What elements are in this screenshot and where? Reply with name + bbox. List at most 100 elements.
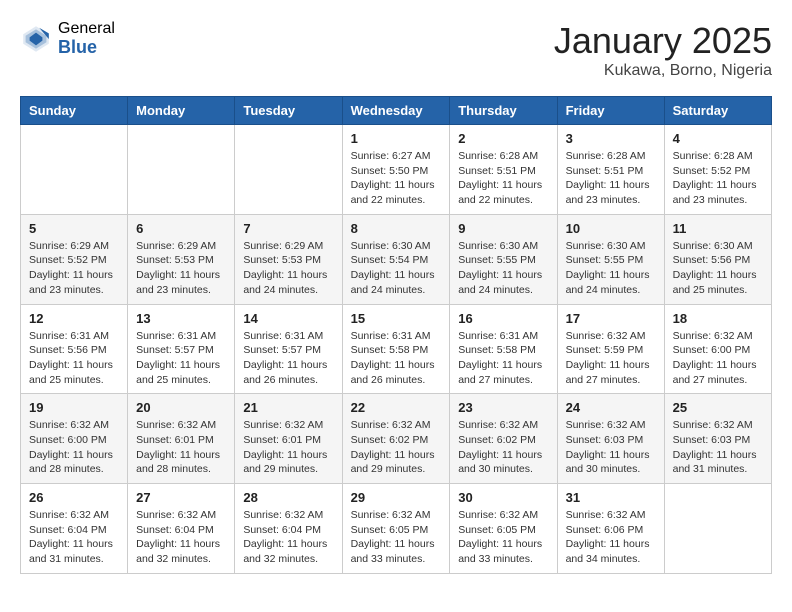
calendar-cell: 3 Sunrise: 6:28 AM Sunset: 5:51 PM Daylig…: [557, 125, 664, 215]
calendar-cell: 21 Sunrise: 6:32 AM Sunset: 6:01 PM Dayli…: [235, 394, 342, 484]
day-info: Sunrise: 6:32 AM Sunset: 6:03 PM Dayligh…: [566, 418, 656, 477]
day-number: 26: [29, 490, 119, 505]
day-number: 16: [458, 311, 548, 326]
calendar-week-row: 12 Sunrise: 6:31 AM Sunset: 5:56 PM Dayli…: [21, 304, 772, 394]
weekday-header: Thursday: [450, 97, 557, 125]
calendar-table: SundayMondayTuesdayWednesdayThursdayFrid…: [20, 96, 772, 574]
day-info: Sunrise: 6:29 AM Sunset: 5:52 PM Dayligh…: [29, 239, 119, 298]
day-number: 29: [351, 490, 442, 505]
day-info: Sunrise: 6:32 AM Sunset: 6:04 PM Dayligh…: [29, 508, 119, 567]
calendar-cell: 25Sunrise: 6:32 AM Sunset: 6:03 PM Dayli…: [664, 394, 771, 484]
day-number: 9: [458, 221, 548, 236]
day-number: 11: [673, 221, 763, 236]
logo-blue: Blue: [58, 38, 115, 58]
calendar-week-row: 5 Sunrise: 6:29 AM Sunset: 5:52 PM Daylig…: [21, 214, 772, 304]
day-info: Sunrise: 6:30 AM Sunset: 5:55 PM Dayligh…: [566, 239, 656, 298]
day-info: Sunrise: 6:31 AM Sunset: 5:56 PM Dayligh…: [29, 329, 119, 388]
day-number: 24: [566, 400, 656, 415]
day-info: Sunrise: 6:31 AM Sunset: 5:57 PM Dayligh…: [243, 329, 333, 388]
day-number: 10: [566, 221, 656, 236]
day-info: Sunrise: 6:29 AM Sunset: 5:53 PM Dayligh…: [243, 239, 333, 298]
calendar-cell: 13Sunrise: 6:31 AM Sunset: 5:57 PM Dayli…: [128, 304, 235, 394]
calendar-cell: 7 Sunrise: 6:29 AM Sunset: 5:53 PM Daylig…: [235, 214, 342, 304]
calendar-cell: 12 Sunrise: 6:31 AM Sunset: 5:56 PM Dayli…: [21, 304, 128, 394]
day-number: 17: [566, 311, 656, 326]
day-number: 15: [351, 311, 442, 326]
day-number: 4: [673, 131, 763, 146]
page-header: General Blue January 2025 Kukawa, Borno,…: [20, 20, 772, 80]
day-info: Sunrise: 6:32 AM Sunset: 6:04 PM Dayligh…: [243, 508, 333, 567]
weekday-header: Monday: [128, 97, 235, 125]
weekday-header: Tuesday: [235, 97, 342, 125]
day-info: Sunrise: 6:32 AM Sunset: 6:01 PM Dayligh…: [243, 418, 333, 477]
day-info: Sunrise: 6:31 AM Sunset: 5:57 PM Dayligh…: [136, 329, 226, 388]
calendar-cell: [235, 125, 342, 215]
day-number: 20: [136, 400, 226, 415]
calendar-cell: 28 Sunrise: 6:32 AM Sunset: 6:04 PM Dayli…: [235, 484, 342, 574]
day-info: Sunrise: 6:32 AM Sunset: 6:03 PM Dayligh…: [673, 418, 763, 477]
day-info: Sunrise: 6:32 AM Sunset: 6:05 PM Dayligh…: [351, 508, 442, 567]
weekday-header: Wednesday: [342, 97, 450, 125]
logo: General Blue: [20, 20, 115, 57]
calendar-week-row: 19 Sunrise: 6:32 AM Sunset: 6:00 PM Dayli…: [21, 394, 772, 484]
calendar-cell: 10 Sunrise: 6:30 AM Sunset: 5:55 PM Dayli…: [557, 214, 664, 304]
weekday-header-row: SundayMondayTuesdayWednesdayThursdayFrid…: [21, 97, 772, 125]
day-number: 8: [351, 221, 442, 236]
day-number: 12: [29, 311, 119, 326]
day-info: Sunrise: 6:32 AM Sunset: 6:02 PM Dayligh…: [458, 418, 548, 477]
calendar-cell: 24 Sunrise: 6:32 AM Sunset: 6:03 PM Dayli…: [557, 394, 664, 484]
day-info: Sunrise: 6:28 AM Sunset: 5:51 PM Dayligh…: [458, 149, 548, 208]
calendar-cell: [21, 125, 128, 215]
day-info: Sunrise: 6:32 AM Sunset: 6:00 PM Dayligh…: [673, 329, 763, 388]
day-info: Sunrise: 6:30 AM Sunset: 5:56 PM Dayligh…: [673, 239, 763, 298]
calendar-cell: 19 Sunrise: 6:32 AM Sunset: 6:00 PM Dayli…: [21, 394, 128, 484]
day-info: Sunrise: 6:32 AM Sunset: 5:59 PM Dayligh…: [566, 329, 656, 388]
calendar-cell: 16 Sunrise: 6:31 AM Sunset: 5:58 PM Dayli…: [450, 304, 557, 394]
calendar-cell: 5 Sunrise: 6:29 AM Sunset: 5:52 PM Daylig…: [21, 214, 128, 304]
day-number: 19: [29, 400, 119, 415]
calendar-cell: 15Sunrise: 6:31 AM Sunset: 5:58 PM Dayli…: [342, 304, 450, 394]
day-info: Sunrise: 6:28 AM Sunset: 5:52 PM Dayligh…: [673, 149, 763, 208]
day-info: Sunrise: 6:32 AM Sunset: 6:00 PM Dayligh…: [29, 418, 119, 477]
day-number: 14: [243, 311, 333, 326]
calendar-cell: 14 Sunrise: 6:31 AM Sunset: 5:57 PM Dayli…: [235, 304, 342, 394]
day-number: 23: [458, 400, 548, 415]
calendar-cell: 1Sunrise: 6:27 AM Sunset: 5:50 PM Daylig…: [342, 125, 450, 215]
day-info: Sunrise: 6:32 AM Sunset: 6:02 PM Dayligh…: [351, 418, 442, 477]
day-info: Sunrise: 6:32 AM Sunset: 6:01 PM Dayligh…: [136, 418, 226, 477]
calendar-week-row: 1Sunrise: 6:27 AM Sunset: 5:50 PM Daylig…: [21, 125, 772, 215]
day-number: 30: [458, 490, 548, 505]
calendar-week-row: 26 Sunrise: 6:32 AM Sunset: 6:04 PM Dayli…: [21, 484, 772, 574]
day-number: 7: [243, 221, 333, 236]
day-info: Sunrise: 6:32 AM Sunset: 6:05 PM Dayligh…: [458, 508, 548, 567]
calendar-cell: 2Sunrise: 6:28 AM Sunset: 5:51 PM Daylig…: [450, 125, 557, 215]
day-number: 28: [243, 490, 333, 505]
day-number: 22: [351, 400, 442, 415]
weekday-header: Saturday: [664, 97, 771, 125]
calendar-cell: [664, 484, 771, 574]
logo-text: General Blue: [58, 20, 115, 57]
calendar-cell: 17 Sunrise: 6:32 AM Sunset: 5:59 PM Dayli…: [557, 304, 664, 394]
calendar-cell: 30 Sunrise: 6:32 AM Sunset: 6:05 PM Dayli…: [450, 484, 557, 574]
day-number: 5: [29, 221, 119, 236]
logo-icon: [20, 23, 52, 55]
day-info: Sunrise: 6:28 AM Sunset: 5:51 PM Dayligh…: [566, 149, 656, 208]
weekday-header: Friday: [557, 97, 664, 125]
day-info: Sunrise: 6:29 AM Sunset: 5:53 PM Dayligh…: [136, 239, 226, 298]
day-number: 18: [673, 311, 763, 326]
day-number: 3: [566, 131, 656, 146]
day-number: 31: [566, 490, 656, 505]
calendar-cell: 27Sunrise: 6:32 AM Sunset: 6:04 PM Dayli…: [128, 484, 235, 574]
logo-general: General: [58, 20, 115, 38]
calendar-cell: 6Sunrise: 6:29 AM Sunset: 5:53 PM Daylig…: [128, 214, 235, 304]
calendar-cell: 11 Sunrise: 6:30 AM Sunset: 5:56 PM Dayli…: [664, 214, 771, 304]
day-info: Sunrise: 6:30 AM Sunset: 5:55 PM Dayligh…: [458, 239, 548, 298]
day-info: Sunrise: 6:31 AM Sunset: 5:58 PM Dayligh…: [458, 329, 548, 388]
calendar-cell: 23 Sunrise: 6:32 AM Sunset: 6:02 PM Dayli…: [450, 394, 557, 484]
calendar-cell: 9 Sunrise: 6:30 AM Sunset: 5:55 PM Daylig…: [450, 214, 557, 304]
calendar-cell: 4 Sunrise: 6:28 AM Sunset: 5:52 PM Daylig…: [664, 125, 771, 215]
calendar-cell: 22 Sunrise: 6:32 AM Sunset: 6:02 PM Dayli…: [342, 394, 450, 484]
calendar-cell: [128, 125, 235, 215]
day-number: 21: [243, 400, 333, 415]
weekday-header: Sunday: [21, 97, 128, 125]
